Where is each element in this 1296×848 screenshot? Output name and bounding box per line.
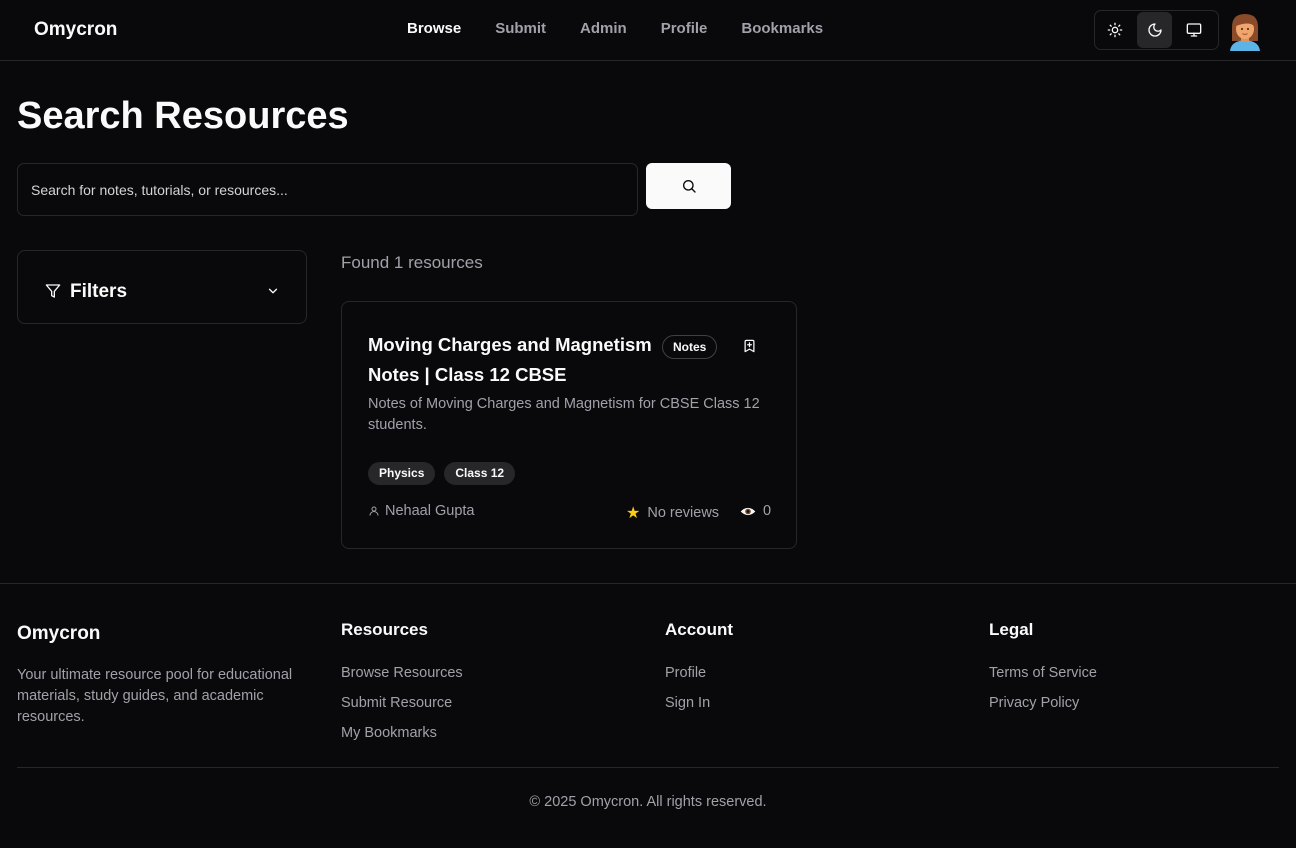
filters-label: Filters: [70, 281, 128, 302]
user-avatar[interactable]: [1227, 11, 1263, 51]
chevron-down-icon: [266, 284, 280, 303]
results-count: Found 1 resources: [341, 253, 483, 272]
footer-divider: [0, 583, 1296, 584]
footer-heading-resources: Resources: [341, 620, 428, 639]
filters-panel-toggle[interactable]: Filters: [17, 250, 307, 324]
footer-link-sign-in[interactable]: Sign In: [665, 688, 733, 718]
search-button[interactable]: [646, 163, 731, 209]
footer-column-legal: Legal Terms of Service Privacy Policy: [989, 620, 1097, 718]
system-theme-button[interactable]: [1176, 12, 1212, 48]
star-icon: ★: [626, 505, 641, 522]
footer-heading-legal: Legal: [989, 620, 1034, 639]
sun-icon: [1107, 22, 1123, 38]
theme-toggle: [1094, 10, 1219, 50]
resource-card[interactable]: Moving Charges and Magnetism Notes | Cla…: [341, 301, 797, 549]
nav-submit[interactable]: Submit: [495, 20, 546, 37]
nav-browse[interactable]: Browse: [407, 20, 461, 37]
bookmark-plus-icon: [744, 339, 755, 353]
reviews-text: No reviews: [647, 505, 720, 521]
bookmark-button[interactable]: [742, 338, 757, 359]
page-title: Search Resources: [17, 95, 349, 137]
resource-views: 0: [740, 503, 771, 519]
moon-icon: [1147, 23, 1162, 37]
footer-brand: Omycron: [17, 623, 101, 644]
resource-type-badge: Notes: [662, 335, 718, 359]
monitor-icon: [1186, 23, 1202, 37]
resource-tags: Physics Class 12: [368, 462, 524, 485]
resource-author: Nehaal Gupta: [368, 503, 474, 519]
tag-physics[interactable]: Physics: [368, 462, 436, 485]
resource-description: Notes of Moving Charges and Magnetism fo…: [368, 396, 760, 433]
footer-column-account: Account Profile Sign In: [665, 620, 733, 718]
dark-theme-button[interactable]: [1136, 12, 1173, 48]
nav-bookmarks[interactable]: Bookmarks: [741, 20, 823, 37]
copyright-text: © 2025 Omycron. All rights reserved.: [529, 794, 767, 810]
site-header: Omycron Browse Submit Admin Profile Book…: [0, 0, 1296, 61]
author-name: Nehaal Gupta: [385, 503, 475, 519]
footer-description: Your ultimate resource pool for educatio…: [17, 667, 293, 725]
main-nav: Browse Submit Admin Profile Bookmarks: [407, 20, 857, 37]
user-icon: [369, 506, 379, 516]
tag-class-12[interactable]: Class 12: [444, 462, 516, 485]
nav-profile[interactable]: Profile: [661, 20, 708, 37]
footer-link-my-bookmarks[interactable]: My Bookmarks: [341, 718, 463, 748]
footer-bottom-divider: [17, 767, 1279, 768]
footer-link-terms[interactable]: Terms of Service: [989, 658, 1097, 688]
resource-rating: ★ No reviews: [626, 503, 719, 523]
footer-link-privacy[interactable]: Privacy Policy: [989, 688, 1097, 718]
search-icon: [682, 180, 696, 193]
brand-logo[interactable]: Omycron: [34, 19, 117, 41]
eye-icon: [740, 506, 756, 517]
footer-link-profile[interactable]: Profile: [665, 658, 733, 688]
nav-admin[interactable]: Admin: [580, 20, 627, 37]
search-input[interactable]: [17, 163, 638, 216]
resource-title[interactable]: Moving Charges and Magnetism Notes | Cla…: [368, 330, 653, 390]
filter-icon: [45, 283, 61, 304]
footer-heading-account: Account: [665, 620, 733, 639]
footer-column-resources: Resources Browse Resources Submit Resour…: [341, 620, 463, 748]
light-theme-button[interactable]: [1097, 12, 1133, 48]
footer-link-submit-resource[interactable]: Submit Resource: [341, 688, 463, 718]
views-count: 0: [763, 503, 772, 519]
footer-link-browse-resources[interactable]: Browse Resources: [341, 658, 463, 688]
